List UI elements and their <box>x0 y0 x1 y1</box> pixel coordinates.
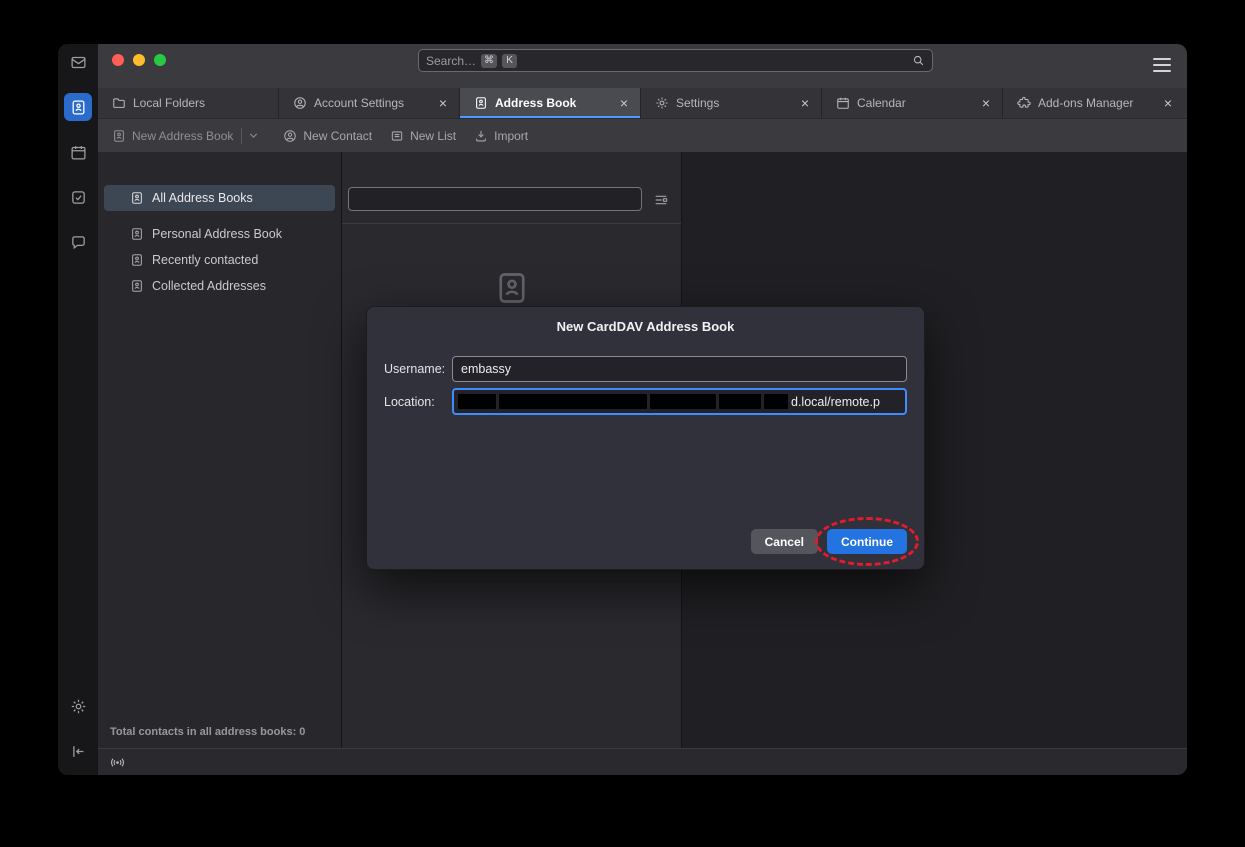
app-menu-button[interactable] <box>1153 58 1171 72</box>
empty-list-placeholder <box>342 224 681 306</box>
list-item-all-address-books[interactable]: All Address Books <box>104 185 335 211</box>
tab-account-settings[interactable]: Account Settings × <box>279 88 460 118</box>
global-search-input[interactable]: Search… ⌘ K <box>418 49 933 72</box>
dialog-title: New CardDAV Address Book <box>384 319 907 334</box>
chevron-down-icon <box>248 130 259 141</box>
search-icon <box>912 54 925 67</box>
chat-space-button[interactable] <box>64 228 92 256</box>
tab-close-button[interactable]: × <box>616 95 632 111</box>
calendar-icon <box>836 96 850 110</box>
tab-close-button[interactable]: × <box>797 95 813 111</box>
zoom-window-button[interactable] <box>154 54 166 66</box>
close-window-button[interactable] <box>112 54 124 66</box>
spaces-toolbar <box>58 44 98 775</box>
address-book-icon <box>474 96 488 110</box>
address-book-icon <box>70 99 87 116</box>
collapse-icon <box>70 743 87 760</box>
main-column: Search… ⌘ K Local Folders Account Settin… <box>98 44 1187 775</box>
content-area: All Address Books Personal Address Book … <box>98 152 1187 748</box>
calendar-space-button[interactable] <box>64 138 92 166</box>
status-bar <box>98 748 1187 775</box>
location-visible-text: d.local/remote.p <box>791 395 880 409</box>
calendar-icon <box>70 144 87 161</box>
tab-address-book[interactable]: Address Book × <box>460 88 641 118</box>
display-options-icon <box>653 192 669 208</box>
tasks-icon <box>70 189 87 206</box>
new-contact-button[interactable]: New Contact <box>283 129 372 143</box>
location-row: Location: d.local/remote.p <box>384 388 907 415</box>
titlebar: Search… ⌘ K <box>98 44 1187 88</box>
redaction-bar <box>719 394 761 409</box>
mail-icon <box>70 54 87 71</box>
address-book-icon <box>112 129 126 143</box>
address-book-icon <box>130 253 144 267</box>
address-book-placeholder-icon <box>494 270 530 306</box>
address-book-icon <box>130 191 144 205</box>
settings-space-button[interactable] <box>64 692 92 720</box>
dialog-buttons: Cancel Continue <box>751 529 907 554</box>
tab-addons-manager[interactable]: Add-ons Manager × <box>1003 88 1184 118</box>
new-address-book-dropdown[interactable] <box>242 130 265 141</box>
import-icon <box>474 129 488 143</box>
contacts-list-header <box>342 152 681 224</box>
tab-bar: Local Folders Account Settings × Address… <box>98 88 1187 118</box>
thunderbird-window: Search… ⌘ K Local Folders Account Settin… <box>58 44 1187 775</box>
address-book-toolbar: New Address Book New Contact New List Im… <box>98 118 1187 152</box>
display-options-button[interactable] <box>653 192 669 208</box>
broadcast-icon <box>109 754 126 771</box>
new-address-book-button[interactable]: New Address Book <box>112 129 241 143</box>
puzzle-icon <box>1017 96 1031 110</box>
contacts-search-input[interactable] <box>348 187 642 211</box>
address-book-space-button[interactable] <box>64 93 92 121</box>
new-list-button[interactable]: New List <box>390 129 456 143</box>
tasks-space-button[interactable] <box>64 183 92 211</box>
continue-wrap: Continue <box>827 529 907 554</box>
redaction-bar <box>764 394 788 409</box>
gear-icon <box>70 698 87 715</box>
address-book-icon <box>130 227 144 241</box>
username-label: Username: <box>384 362 452 376</box>
gear-icon <box>655 96 669 110</box>
username-row: Username: <box>384 356 907 382</box>
import-button[interactable]: Import <box>474 129 528 143</box>
list-item-collected-addresses[interactable]: Collected Addresses <box>104 273 335 299</box>
minimize-window-button[interactable] <box>133 54 145 66</box>
tab-close-button[interactable]: × <box>1160 95 1176 111</box>
new-carddav-dialog: New CardDAV Address Book Username: Locat… <box>366 306 925 570</box>
search-placeholder: Search… <box>426 54 476 68</box>
list-icon <box>390 129 404 143</box>
mail-space-button[interactable] <box>64 48 92 76</box>
cmd-key-badge: ⌘ <box>481 54 497 68</box>
new-address-book-split-button: New Address Book <box>112 128 265 144</box>
address-books-panel: All Address Books Personal Address Book … <box>98 152 342 748</box>
location-label: Location: <box>384 395 452 409</box>
tab-close-button[interactable]: × <box>978 95 994 111</box>
list-item-recently-contacted[interactable]: Recently contacted <box>104 247 335 273</box>
tab-local-folders[interactable]: Local Folders <box>98 88 279 118</box>
tab-settings[interactable]: Settings × <box>641 88 822 118</box>
list-item-personal-address-book[interactable]: Personal Address Book <box>104 221 335 247</box>
account-icon <box>293 96 307 110</box>
folder-icon <box>112 96 126 110</box>
tab-calendar[interactable]: Calendar × <box>822 88 1003 118</box>
contact-icon <box>283 129 297 143</box>
total-contacts-status: Total contacts in all address books: 0 <box>98 718 341 748</box>
username-input[interactable] <box>452 356 907 382</box>
redaction-bar <box>650 394 716 409</box>
collapse-spaces-button[interactable] <box>64 737 92 765</box>
redaction-bar <box>458 394 496 409</box>
k-key-badge: K <box>502 54 517 68</box>
traffic-lights <box>112 54 166 66</box>
cancel-button[interactable]: Cancel <box>751 529 818 554</box>
address-book-icon <box>130 279 144 293</box>
tab-close-button[interactable]: × <box>435 95 451 111</box>
location-input[interactable]: d.local/remote.p <box>452 388 907 415</box>
chat-icon <box>70 234 87 251</box>
continue-button[interactable]: Continue <box>827 529 907 554</box>
list-gap <box>98 211 341 221</box>
redaction-bar <box>499 394 647 409</box>
